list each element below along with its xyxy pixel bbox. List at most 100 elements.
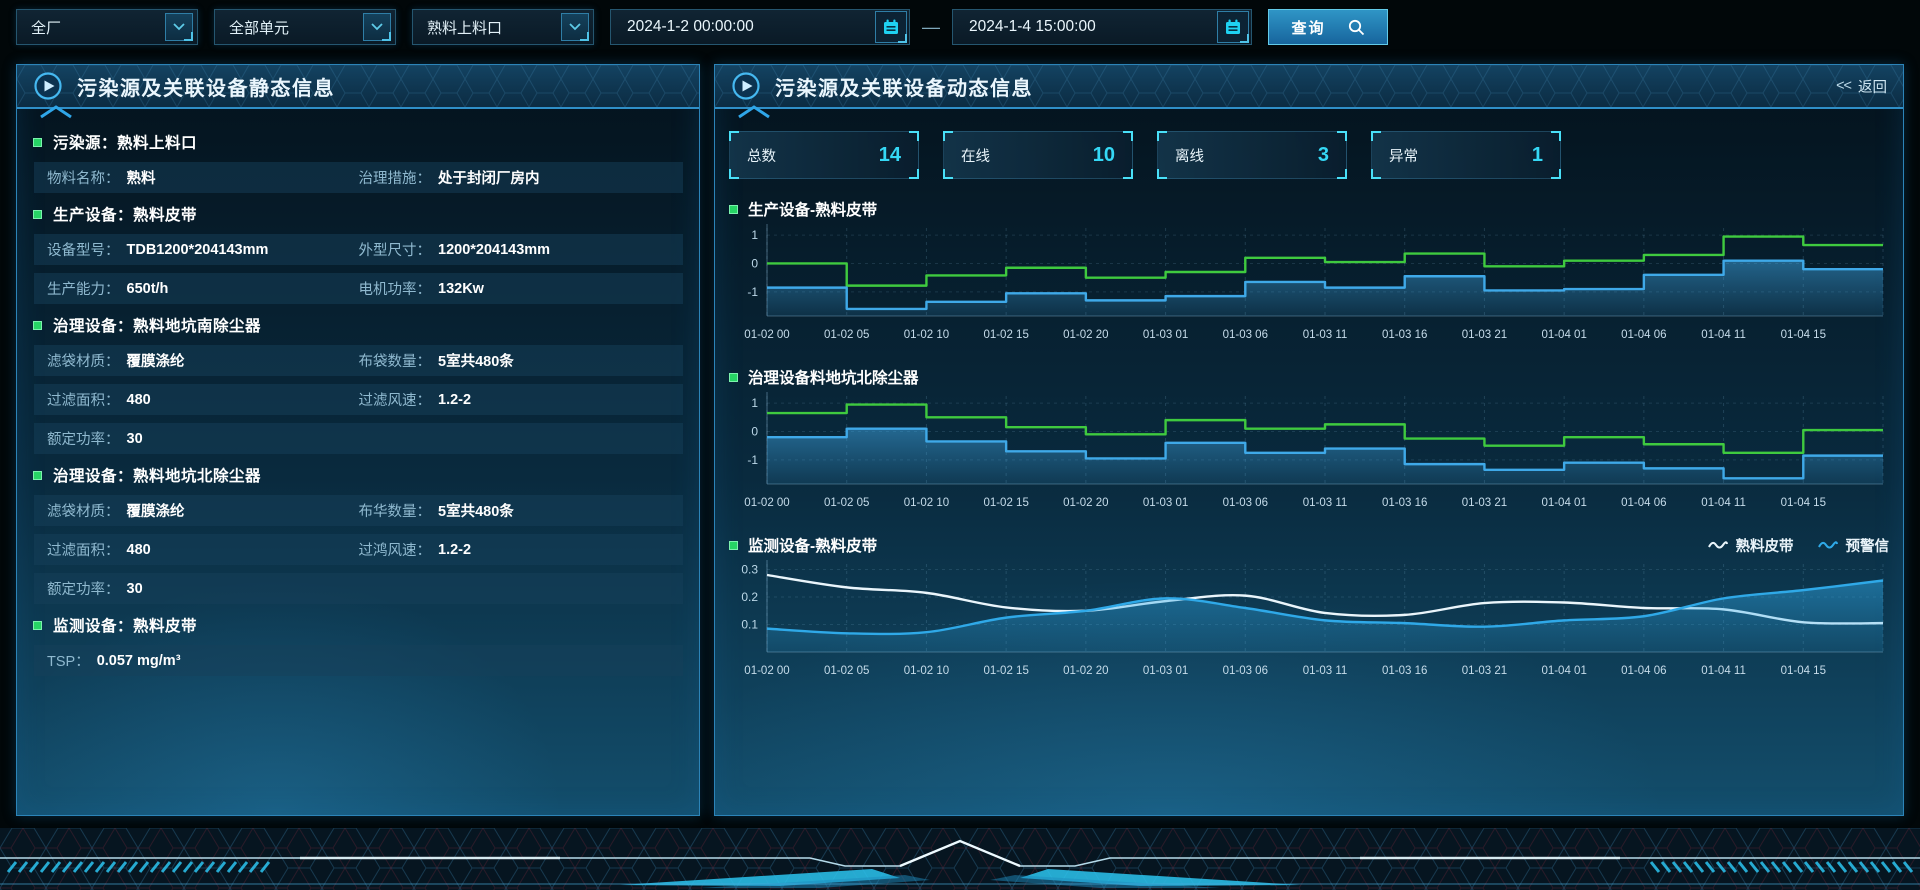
svg-text:0: 0 xyxy=(751,424,758,438)
info-row: 滤袋材质：覆膜涤纶布华数量：5室共480条 xyxy=(34,495,683,526)
plant-select-value: 全厂 xyxy=(31,17,61,38)
chart-block: 生产设备-熟料皮带10-101-02 0001-02 0501-02 1001-… xyxy=(729,198,1889,353)
svg-text:01-02 20: 01-02 20 xyxy=(1063,497,1108,509)
stat-label: 总数 xyxy=(747,145,776,166)
svg-text:01-04 06: 01-04 06 xyxy=(1621,665,1666,677)
svg-text:01-03 21: 01-03 21 xyxy=(1462,497,1507,509)
magnifier-icon xyxy=(1348,19,1365,36)
corner-bracket xyxy=(729,169,739,179)
svg-text:01-03 16: 01-03 16 xyxy=(1382,665,1427,677)
info-value: 1.2-2 xyxy=(438,392,471,408)
calendar-icon-button[interactable] xyxy=(875,11,907,43)
footer-hud-graphic xyxy=(0,828,1920,890)
svg-text:1: 1 xyxy=(751,396,758,410)
info-value: TDB1200*204143mm xyxy=(127,242,269,258)
svg-text:01-02 10: 01-02 10 xyxy=(904,665,949,677)
info-label: 设备型号： xyxy=(47,239,120,260)
static-info-list: 污染源：熟料上料口物料名称：熟料治理措施：处于封闭厂房内生产设备：熟料皮带设备型… xyxy=(17,109,699,676)
info-value: 处于封闭厂房内 xyxy=(438,167,540,188)
info-label: 过滤面积： xyxy=(47,389,120,410)
source-select[interactable]: 熟料上料口 xyxy=(412,9,594,45)
info-cell: 滤袋材质：覆膜涤纶 xyxy=(47,350,359,371)
info-cell: 滤袋材质：覆膜涤纶 xyxy=(47,500,359,521)
search-button[interactable]: 查询 xyxy=(1268,9,1388,45)
svg-text:01-03 01: 01-03 01 xyxy=(1143,329,1188,341)
legend-item-预警信[interactable]: 预警信 xyxy=(1818,535,1890,556)
info-cell: 额定功率：30 xyxy=(47,578,359,599)
main-content: 污染源及关联设备静态信息 污染源：熟料上料口物料名称：熟料治理措施：处于封闭厂房… xyxy=(16,64,1904,816)
chevron-down-icon[interactable] xyxy=(165,13,193,41)
svg-text:01-04 06: 01-04 06 xyxy=(1621,497,1666,509)
info-cell: 电机功率： 132Kw xyxy=(359,278,671,299)
legend-item-熟料皮带[interactable]: 熟料皮带 xyxy=(1708,535,1794,556)
corner-bracket xyxy=(1123,131,1133,141)
svg-text:01-02 00: 01-02 00 xyxy=(744,329,789,341)
svg-text:01-02 00: 01-02 00 xyxy=(744,497,789,509)
info-value: 480 xyxy=(127,392,151,408)
info-label: 布袋数量： xyxy=(359,350,432,371)
svg-text:01-03 06: 01-03 06 xyxy=(1223,665,1268,677)
corner-bracket xyxy=(1157,131,1167,141)
info-row: 滤袋材质：覆膜涤纶布袋数量：5室共480条 xyxy=(34,345,683,376)
stat-box-离线: 离线3 xyxy=(1157,131,1347,179)
device-stats-row: 总数14在线10离线3异常1 xyxy=(715,109,1903,181)
info-cell: 布袋数量：5室共480条 xyxy=(359,350,671,371)
stat-box-在线: 在线10 xyxy=(943,131,1133,179)
chart-legend: 熟料皮带 预警信 xyxy=(1708,535,1890,556)
info-label: 额定功率： xyxy=(47,578,120,599)
calendar-icon xyxy=(1223,17,1243,37)
svg-text:01-03 11: 01-03 11 xyxy=(1303,329,1348,341)
section-header: 污染源：熟料上料口 xyxy=(33,131,683,153)
stat-value: 10 xyxy=(1093,144,1115,167)
green-square-icon xyxy=(729,205,738,214)
corner-bracket xyxy=(943,131,953,141)
chart-canvas-2: 10-101-02 0001-02 0501-02 1001-02 1501-0… xyxy=(729,388,1889,516)
wave-icon xyxy=(1818,539,1838,551)
info-cell: 过滤风速：1.2-2 xyxy=(359,389,671,410)
dynamic-info-panel: 污染源及关联设备动态信息 << 返回 总数14在线10离线3异常1 生产设备-熟… xyxy=(714,64,1904,816)
source-select-value: 熟料上料口 xyxy=(427,17,502,38)
corner-bracket xyxy=(943,169,953,179)
corner-bracket xyxy=(909,131,919,141)
svg-text:01-03 06: 01-03 06 xyxy=(1223,497,1268,509)
svg-text:01-04 01: 01-04 01 xyxy=(1541,665,1586,677)
legend-label: 熟料皮带 xyxy=(1736,535,1794,556)
legend-label: 预警信 xyxy=(1846,535,1890,556)
svg-text:01-02 15: 01-02 15 xyxy=(983,497,1028,509)
info-cell: 过鸿风速：1.2-2 xyxy=(359,539,671,560)
corner-bracket xyxy=(1551,131,1561,141)
static-info-panel-title: 污染源及关联设备静态信息 xyxy=(77,72,335,101)
date-from-input[interactable]: 2024-1-2 00:00:00 xyxy=(610,9,910,45)
back-button[interactable]: << 返回 xyxy=(1836,76,1887,97)
green-square-icon xyxy=(729,541,738,550)
corner-bracket xyxy=(1337,169,1347,179)
info-row: 生产能力：650t/h电机功率： 132Kw xyxy=(34,273,683,304)
chart-title: 生产设备-熟料皮带 xyxy=(748,198,877,220)
chevron-down-icon[interactable] xyxy=(363,13,391,41)
corner-bracket xyxy=(1337,131,1347,141)
info-cell: 生产能力：650t/h xyxy=(47,278,359,299)
chart-header: 治理设备料地坑北除尘器 xyxy=(729,366,1889,388)
info-row: TSP：0.057 mg/m³ xyxy=(34,645,683,676)
info-cell: 布华数量：5室共480条 xyxy=(359,500,671,521)
green-square-icon xyxy=(33,321,42,330)
chevron-down-icon[interactable] xyxy=(561,13,589,41)
date-range-group: 2024-1-2 00:00:00 — 2024-1-4 15:00:00 xyxy=(610,9,1252,45)
svg-text:01-02 00: 01-02 00 xyxy=(744,665,789,677)
stat-value: 1 xyxy=(1532,144,1543,167)
info-cell: TSP：0.057 mg/m³ xyxy=(47,650,359,671)
info-label: 电机功率： xyxy=(359,278,432,299)
info-cell: 外型尺寸：1200*204143mm xyxy=(359,239,671,260)
plant-select[interactable]: 全厂 xyxy=(16,9,198,45)
stat-label: 异常 xyxy=(1389,145,1418,166)
section-header-label: 治理设备：熟料地坑南除尘器 xyxy=(53,314,261,336)
chart-title: 治理设备料地坑北除尘器 xyxy=(748,366,919,388)
info-label: 过鸿风速： xyxy=(359,539,432,560)
info-value: 132Kw xyxy=(438,281,484,297)
unit-select[interactable]: 全部单元 xyxy=(214,9,396,45)
info-row: 设备型号： TDB1200*204143mm 外型尺寸：1200*204143mm xyxy=(34,234,683,265)
date-to-input[interactable]: 2024-1-4 15:00:00 xyxy=(952,9,1252,45)
corner-bracket xyxy=(729,131,739,141)
stat-label: 离线 xyxy=(1175,145,1204,166)
calendar-icon-button[interactable] xyxy=(1217,11,1249,43)
